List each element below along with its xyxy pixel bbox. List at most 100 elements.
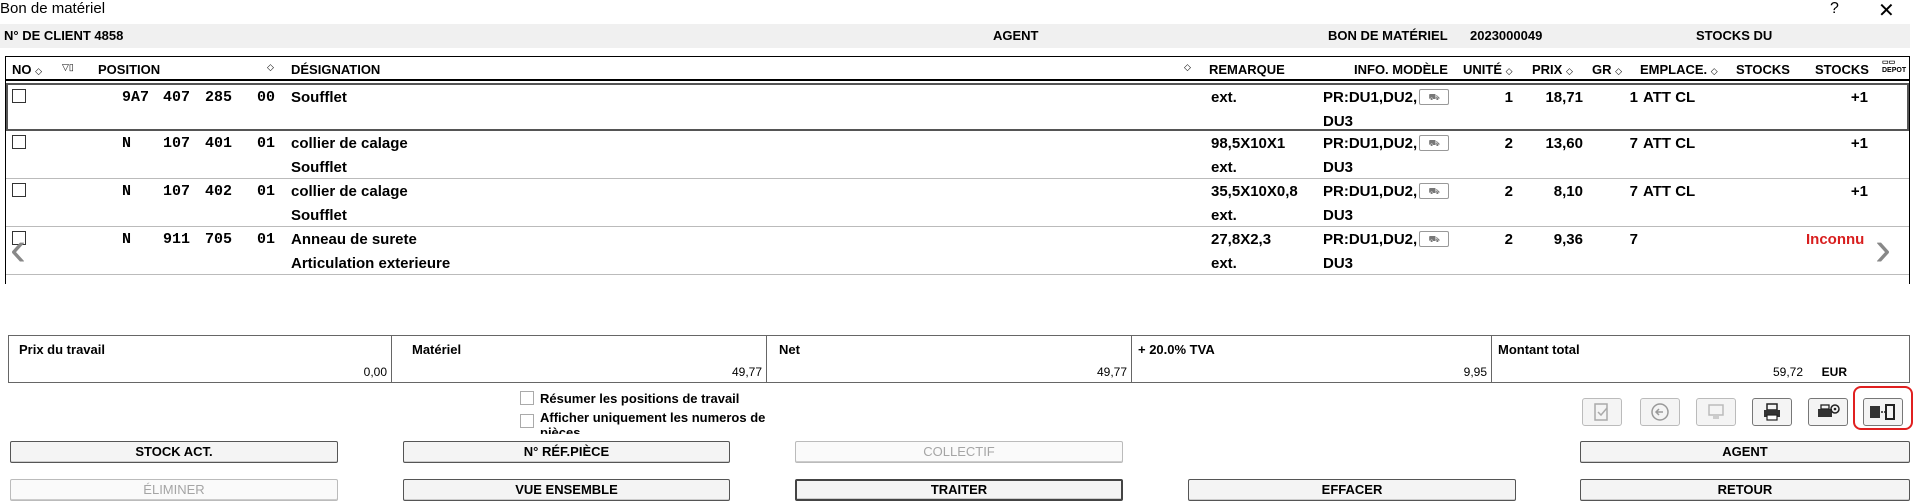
info-modele: PR:DU1,DU2, ⛟ (1323, 183, 1450, 200)
printer-icon[interactable] (1752, 398, 1792, 426)
retour-button[interactable]: RETOUR (1580, 479, 1910, 501)
filter-icon[interactable]: ▽▯ (62, 62, 74, 73)
total-montant: Montant total 59,72 EUR (1498, 342, 1847, 379)
model-info-icon[interactable]: ⛟ (1419, 135, 1450, 151)
info-modele-2: DU3 (1323, 207, 1354, 224)
unite: 1 (1504, 89, 1513, 106)
total-net: Net 49,77 (767, 336, 1132, 382)
table-row[interactable]: 1 9A7 407 285 00 Soufflet ext. PR:DU1,DU… (6, 83, 1909, 131)
prix: 13,60 (1545, 135, 1583, 152)
depot-icon[interactable]: ▭▭ DEPOT (1882, 59, 1906, 75)
resumer-checkbox[interactable] (520, 391, 534, 405)
title-bar: Bon de matériel ? ✕ (0, 0, 1915, 22)
designation-2: Articulation exterieure (291, 255, 451, 272)
window-title: Bon de matériel (0, 0, 106, 17)
highlight-frame (1853, 386, 1913, 430)
afficher-option[interactable]: Afficher uniquement les numeros de pièce… (520, 410, 790, 434)
remarque-2: ext. (1211, 159, 1237, 176)
prix: 8,10 (1553, 183, 1583, 200)
col-no[interactable]: NO ◇ (12, 62, 42, 77)
stocks-du-label: STOCKS DU (1696, 28, 1773, 43)
stock-status: Inconnu (1806, 231, 1865, 248)
emplacement: ATT CL (1643, 89, 1696, 106)
prix: 9,36 (1553, 231, 1583, 248)
gr: 1 (1629, 89, 1638, 106)
chevron-left-icon[interactable]: ‹ (10, 222, 26, 277)
printer-settings-icon[interactable] (1808, 398, 1848, 426)
position-part: 01 (257, 231, 276, 248)
position-part: 407 (163, 89, 191, 106)
remarque: 98,5X10X1 (1211, 135, 1286, 152)
eliminer-button[interactable]: ÉLIMINER (10, 479, 338, 501)
col-gr[interactable]: GR ◇ (1592, 62, 1622, 77)
remarque-2: ext. (1211, 207, 1237, 224)
designation: Anneau de surete (291, 231, 417, 248)
info-bar: N° DE CLIENT 4858 AGENT BON DE MATÉRIEL … (0, 24, 1910, 48)
collectif-button[interactable]: COLLECTIF (795, 441, 1123, 463)
sort-icon[interactable]: ◇ (1184, 62, 1191, 73)
col-remarque[interactable]: REMARQUE (1209, 62, 1285, 77)
remarque: ext. (1211, 89, 1237, 106)
clipboard-check-icon[interactable] (1582, 398, 1622, 426)
agent-button[interactable]: AGENT (1580, 441, 1910, 463)
col-emplace[interactable]: EMPLACE. ◇ (1640, 62, 1718, 77)
monitor-icon[interactable] (1696, 398, 1736, 426)
vue-ensemble-button[interactable]: VUE ENSEMBLE (403, 479, 730, 501)
position-part: 911 (163, 231, 191, 248)
resumer-option[interactable]: Résumer les positions de travail (520, 391, 739, 406)
emplacement: ATT CL (1643, 183, 1696, 200)
sort-icon[interactable]: ◇ (267, 62, 274, 73)
designation: Soufflet (291, 89, 347, 106)
unite: 2 (1504, 231, 1513, 248)
designation: collier de calage (291, 135, 408, 152)
position-prefix: N (122, 231, 132, 248)
total-materiel: Matériel 49,77 (392, 336, 767, 382)
stock-status: +1 (1850, 183, 1868, 200)
position-part: 402 (205, 183, 233, 200)
table-row[interactable]: 2 N 107 401 01 collier de calage Souffle… (6, 131, 1909, 179)
gr: 7 (1629, 135, 1638, 152)
position-part: 107 (163, 183, 191, 200)
position-prefix: N (122, 135, 132, 152)
designation: collier de calage (291, 183, 408, 200)
ref-piece-button[interactable]: N° RÉF.PIÈCE (403, 441, 730, 463)
chevron-right-icon[interactable]: › (1875, 222, 1891, 277)
totals-bar: Prix du travail 0,00 Matériel 49,77 Net … (8, 335, 1910, 383)
designation-2: Soufflet (291, 207, 347, 224)
col-designation[interactable]: DÉSIGNATION (291, 62, 380, 77)
grid-header: NO ◇ ▽▯ POSITION ◇ DÉSIGNATION ◇ REMARQU… (6, 57, 1909, 81)
model-info-icon[interactable]: ⛟ (1419, 89, 1450, 105)
afficher-checkbox[interactable] (520, 414, 534, 428)
model-info-icon[interactable]: ⛟ (1419, 183, 1450, 199)
row-checkbox[interactable]: 3 (12, 183, 26, 200)
col-info-modele[interactable]: INFO. MODÈLE (1354, 62, 1448, 77)
back-circle-icon[interactable] (1640, 398, 1680, 426)
position-part: 705 (205, 231, 233, 248)
client-number: N° DE CLIENT 4858 (4, 28, 124, 43)
model-info-icon[interactable]: ⛟ (1419, 231, 1450, 247)
effacer-button[interactable]: EFFACER (1188, 479, 1516, 501)
col-position[interactable]: POSITION (98, 62, 160, 77)
col-unite[interactable]: UNITÉ ◇ (1463, 62, 1513, 77)
position-part: 285 (205, 89, 233, 106)
row-checkbox[interactable]: 1 (12, 89, 26, 106)
help-button[interactable]: ? (1830, 0, 1839, 18)
stock-act-button[interactable]: STOCK ACT. (10, 441, 338, 463)
position-prefix: 9A7 (122, 89, 150, 106)
col-stocks-2[interactable]: STOCKS (1815, 62, 1869, 77)
col-prix[interactable]: PRIX ◇ (1532, 62, 1573, 77)
stock-status: +1 (1850, 135, 1868, 152)
table-row[interactable]: 4 N 911 705 01 Anneau de surete Articula… (6, 227, 1909, 275)
position-part: 00 (257, 89, 276, 106)
info-modele-2: DU3 (1323, 113, 1354, 130)
table-row[interactable]: 3 N 107 402 01 collier de calage Souffle… (6, 179, 1909, 227)
remarque: 27,8X2,3 (1211, 231, 1272, 248)
traiter-button[interactable]: TRAITER (795, 479, 1123, 501)
position-part: 401 (205, 135, 233, 152)
col-stocks[interactable]: STOCKS (1736, 62, 1790, 77)
position-part: 107 (163, 135, 191, 152)
close-icon[interactable]: ✕ (1878, 0, 1895, 23)
remarque-2: ext. (1211, 255, 1237, 272)
info-modele-2: DU3 (1323, 255, 1354, 272)
row-checkbox[interactable]: 2 (12, 135, 26, 152)
